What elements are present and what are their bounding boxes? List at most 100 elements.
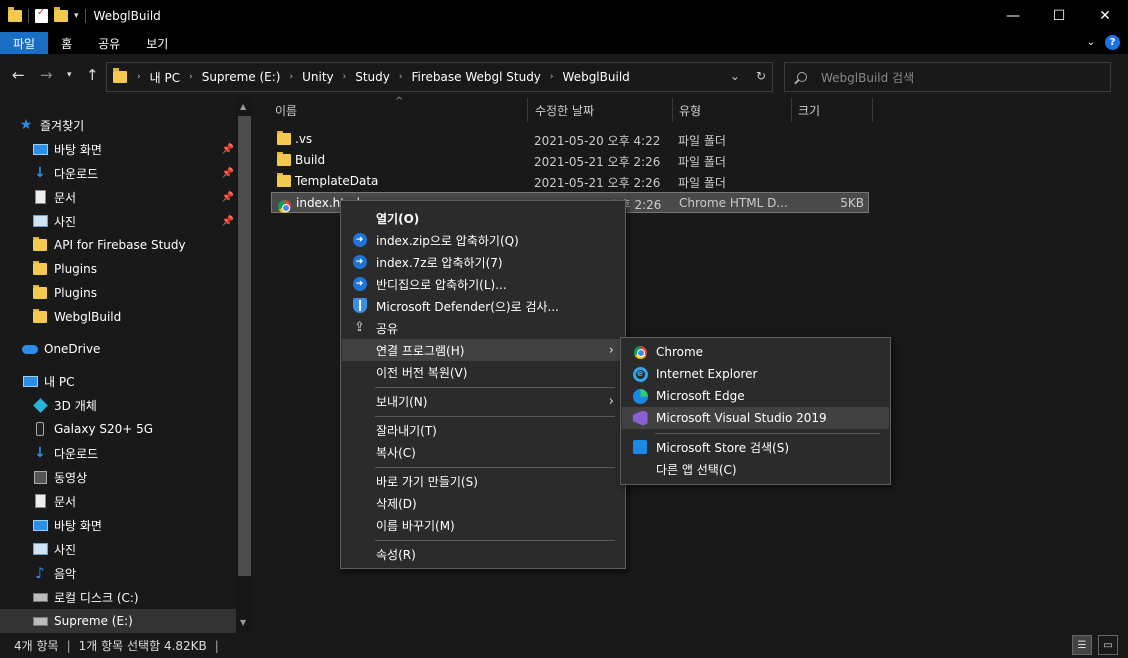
nav-item-webglbuild[interactable]: WebglBuild <box>32 305 236 329</box>
nav-item-pictures[interactable]: 사진 <box>32 537 236 561</box>
properties-icon[interactable] <box>35 7 48 23</box>
nav-item-downloads[interactable]: ↓ 다운로드 📌 <box>32 161 236 185</box>
submenu-item-edge[interactable]: Microsoft Edge <box>622 385 889 407</box>
refresh-icon[interactable]: ↻ <box>756 69 766 83</box>
breadcrumb-item[interactable]: Supreme (E:) <box>202 70 281 84</box>
menu-item-compress-bandizip[interactable]: ➜ 반디집으로 압축하기(L)... <box>342 273 624 295</box>
nav-item-this-pc[interactable]: 내 PC <box>22 369 236 393</box>
nav-item-local-disk-c[interactable]: 로컬 디스크 (C:) <box>32 585 236 609</box>
nav-item-pictures[interactable]: 사진 📌 <box>32 209 236 233</box>
nav-item-desktop[interactable]: 바탕 화면 <box>32 513 236 537</box>
nav-item-videos[interactable]: 동영상 <box>32 465 236 489</box>
menu-item-open[interactable]: 열기(O) <box>342 207 624 229</box>
submenu-item-choose-another-app[interactable]: 다른 앱 선택(C) <box>622 458 889 480</box>
nav-item-supreme-e[interactable]: Supreme (E:) <box>0 609 236 633</box>
breadcrumb-separator-icon[interactable]: › <box>343 72 347 82</box>
breadcrumb-separator-icon[interactable]: › <box>137 72 141 82</box>
file-row[interactable]: Build 2021-05-21 오후 2:26 파일 폴더 <box>271 150 869 171</box>
nav-item-galaxy-phone[interactable]: Galaxy S20+ 5G <box>32 417 236 441</box>
phone-icon <box>36 422 44 436</box>
column-divider[interactable] <box>791 98 792 122</box>
menu-item-copy[interactable]: 복사(C) <box>342 441 624 463</box>
nav-item-onedrive[interactable]: OneDrive <box>22 337 236 361</box>
column-header-date[interactable]: 수정한 날짜 <box>535 98 594 122</box>
submenu-item-visual-studio[interactable]: Microsoft Visual Studio 2019 <box>622 407 889 429</box>
nav-item-music[interactable]: ♪ 음악 <box>32 561 236 585</box>
menu-item-open-with[interactable]: 연결 프로그램(H) › <box>342 339 624 361</box>
menu-item-cut[interactable]: 잘라내기(T) <box>342 419 624 441</box>
column-header-name[interactable]: 이름 <box>275 98 297 122</box>
forward-arrow-icon[interactable]: → <box>40 66 53 84</box>
scroll-up-icon[interactable]: ▲ <box>240 102 246 111</box>
expand-ribbon-chevron-icon[interactable]: ⌄ <box>1087 37 1095 48</box>
nav-item-plugins[interactable]: Plugins <box>32 257 236 281</box>
nav-item-plugins[interactable]: Plugins <box>32 281 236 305</box>
breadcrumb-item[interactable]: Firebase Webgl Study <box>412 70 541 84</box>
nav-item-api-for-firebase-study[interactable]: API for Firebase Study <box>32 233 236 257</box>
breadcrumb-item[interactable]: Unity <box>302 70 334 84</box>
nav-item-desktop[interactable]: 바탕 화면 📌 <box>32 137 236 161</box>
menu-item-properties[interactable]: 속성(R) <box>342 543 624 565</box>
submenu-item-chrome[interactable]: Chrome <box>622 341 889 363</box>
tab-home[interactable]: 홈 <box>48 32 85 54</box>
onedrive-icon <box>22 344 38 354</box>
menu-divider <box>375 467 615 468</box>
menu-item-send-to[interactable]: 보내기(N) › <box>342 390 624 412</box>
menu-item-defender-scan[interactable]: Microsoft Defender(으)로 검사... <box>342 295 624 317</box>
details-view-icon[interactable]: ☰ <box>1072 635 1092 655</box>
scroll-down-icon[interactable]: ▼ <box>240 618 246 627</box>
file-row[interactable]: .vs 2021-05-20 오후 4:22 파일 폴더 <box>271 129 869 150</box>
breadcrumb-separator-icon[interactable]: › <box>189 72 193 82</box>
breadcrumb-item[interactable]: WebglBuild <box>563 70 630 84</box>
address-history-chevron-icon[interactable]: ⌄ <box>730 69 740 83</box>
breadcrumb-item[interactable]: Study <box>355 70 390 84</box>
file-date: 2021-05-21 오후 2:26 <box>534 155 661 169</box>
scrollbar-thumb[interactable] <box>238 116 251 576</box>
breadcrumb-separator-icon[interactable]: › <box>289 72 293 82</box>
nav-item-quick-access[interactable]: ★ 즐겨찾기 <box>18 113 236 137</box>
column-divider[interactable] <box>872 98 873 122</box>
tab-share[interactable]: 공유 <box>85 32 133 54</box>
breadcrumb-item[interactable]: 내 PC <box>150 69 180 86</box>
column-header-type[interactable]: 유형 <box>679 98 701 122</box>
close-button[interactable]: ✕ <box>1082 0 1128 32</box>
menu-item-restore-previous[interactable]: 이전 버전 복원(V) <box>342 361 624 383</box>
column-divider[interactable] <box>527 98 528 122</box>
menu-item-rename[interactable]: 이름 바꾸기(M) <box>342 514 624 536</box>
breadcrumb-separator-icon[interactable]: › <box>550 72 554 82</box>
nav-item-documents[interactable]: 문서 📌 <box>32 185 236 209</box>
breadcrumb-separator-icon[interactable]: › <box>399 72 403 82</box>
menu-divider <box>375 540 615 541</box>
recent-locations-chevron-icon[interactable]: ▾ <box>67 70 72 80</box>
file-row[interactable]: TemplateData 2021-05-21 오후 2:26 파일 폴더 <box>271 171 869 192</box>
customize-toolbar-chevron-icon[interactable]: ▾ <box>74 11 79 21</box>
maximize-button[interactable]: ☐ <box>1036 0 1082 32</box>
tab-file[interactable]: 파일 <box>0 32 49 54</box>
navigation-pane-scrollbar[interactable]: ▲ ▼ <box>236 98 253 633</box>
column-header-size[interactable]: 크기 <box>798 98 820 122</box>
address-bar[interactable]: › 내 PC › Supreme (E:) › Unity › Study › … <box>106 62 773 92</box>
search-input[interactable]: WebglBuild 검색 <box>784 62 1111 92</box>
minimize-button[interactable]: — <box>990 0 1036 32</box>
nav-item-3d-objects[interactable]: 3D 개체 <box>32 393 236 417</box>
menu-item-share[interactable]: ⇪ 공유 <box>342 317 624 339</box>
menu-item-delete[interactable]: 삭제(D) <box>342 492 624 514</box>
help-icon[interactable]: ? <box>1105 35 1120 50</box>
submenu-item-internet-explorer[interactable]: e Internet Explorer <box>622 363 889 385</box>
title-bar: ▾ WebglBuild — ☐ ✕ <box>0 0 1128 32</box>
submenu-item-store-search[interactable]: Microsoft Store 검색(S) <box>622 436 889 458</box>
menu-item-create-shortcut[interactable]: 바로 가기 만들기(S) <box>342 470 624 492</box>
nav-item-downloads[interactable]: ↓ 다운로드 <box>32 441 236 465</box>
nav-item-documents[interactable]: 문서 <box>32 489 236 513</box>
menu-item-compress-zip[interactable]: ➜ index.zip으로 압축하기(Q) <box>342 229 624 251</box>
bandizip-icon: ➜ <box>352 276 367 291</box>
back-arrow-icon[interactable]: ← <box>12 66 25 84</box>
document-icon <box>34 494 46 508</box>
up-arrow-icon[interactable]: ↑ <box>86 66 99 84</box>
new-folder-icon[interactable] <box>54 7 68 22</box>
column-divider[interactable] <box>672 98 673 122</box>
large-icons-view-icon[interactable]: ▭ <box>1098 635 1118 655</box>
menu-item-compress-7z[interactable]: ➜ index.7z로 압축하기(7) <box>342 251 624 273</box>
tab-view[interactable]: 보기 <box>133 32 181 54</box>
menu-item-label: 바로 가기 만들기(S) <box>376 474 478 489</box>
